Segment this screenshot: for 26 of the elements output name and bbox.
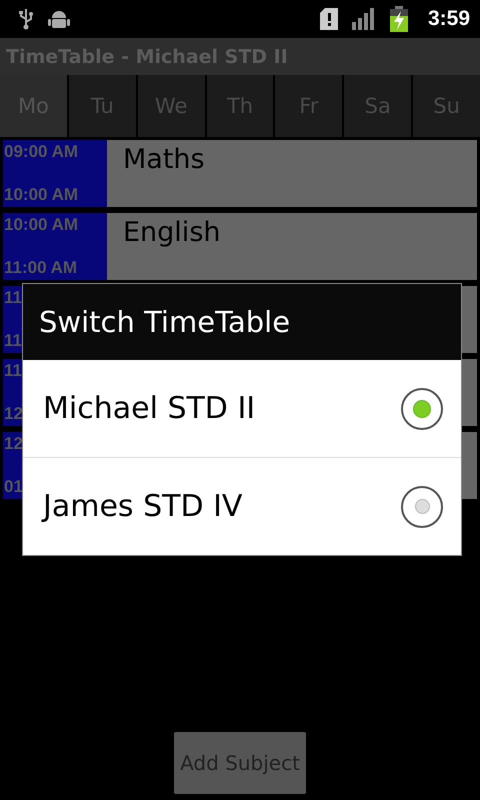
option-row[interactable]: Michael STD II — [23, 360, 461, 458]
subject-name: Maths — [123, 144, 205, 175]
start-time: 10:00 AM — [4, 215, 80, 235]
battery-charging-icon — [390, 6, 408, 32]
start-time: 11 — [4, 361, 23, 381]
sd-card-alert-icon — [320, 8, 338, 30]
option-row[interactable]: James STD IV — [23, 458, 461, 555]
start-time: 09:00 AM — [4, 142, 80, 162]
subject-cell[interactable]: Maths — [107, 140, 477, 207]
end-time: 10:00 AM — [4, 185, 80, 205]
clock-time: 3:59 — [428, 7, 470, 31]
start-time: 12 — [4, 434, 24, 454]
radio-button[interactable] — [401, 388, 443, 430]
end-time: 11 — [4, 331, 23, 351]
option-label: Michael STD II — [43, 391, 256, 426]
robot-icon — [48, 9, 70, 29]
end-time: 11:00 AM — [4, 258, 78, 278]
signal-icon — [352, 8, 376, 30]
subject-name: English — [123, 217, 220, 248]
usb-icon — [18, 7, 34, 31]
start-time: 11 — [4, 288, 23, 308]
dialog-title: Switch TimeTable — [39, 305, 290, 339]
option-label: James STD IV — [43, 489, 244, 524]
end-time: 01 — [4, 477, 24, 497]
subject-cell[interactable]: English — [107, 213, 477, 280]
radio-button[interactable] — [401, 486, 443, 528]
